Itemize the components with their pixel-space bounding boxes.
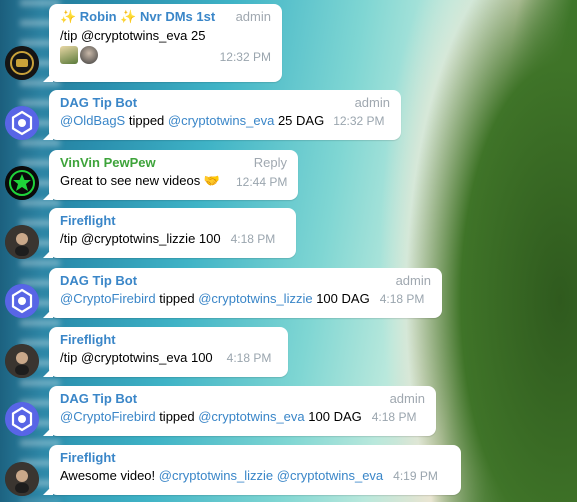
admin-badge: admin (389, 391, 425, 406)
mention-link[interactable]: @OldBagS (60, 113, 125, 128)
gold-crest-icon (5, 46, 39, 80)
avatar[interactable] (5, 462, 39, 496)
sender-name[interactable]: DAG Tip Bot (60, 95, 137, 110)
hexagon-icon (5, 402, 39, 436)
message-bubble[interactable]: ✨ Robin ✨ Nvr DMs 1st admin /tip @crypto… (49, 4, 282, 82)
bottle-icon (60, 46, 78, 64)
hexagon-icon (5, 284, 39, 318)
action-text: tipped (159, 291, 195, 306)
message-bubble[interactable]: DAG Tip Bot admin @CryptoFirebird tipped… (49, 268, 442, 318)
sender-name[interactable]: Fireflight (60, 213, 116, 228)
sender-name[interactable]: DAG Tip Bot (60, 391, 137, 406)
message-bubble[interactable]: Fireflight /tip @cryptotwins_lizzie 100 … (49, 208, 296, 258)
avatar[interactable] (5, 106, 39, 140)
sender-name[interactable]: VinVin PewPew (60, 155, 156, 170)
avatar[interactable] (5, 46, 39, 80)
person-icon (5, 225, 39, 259)
message-bubble[interactable]: DAG Tip Bot admin @CryptoFirebird tipped… (49, 386, 436, 436)
avatar[interactable] (5, 225, 39, 259)
timestamp: 4:18 PM (226, 351, 272, 365)
reply-button[interactable]: Reply (254, 155, 287, 170)
avatar[interactable] (5, 284, 39, 318)
amount-text: 100 DAG (308, 409, 362, 424)
person-icon (5, 462, 39, 496)
message-bubble[interactable]: Fireflight /tip @cryptotwins_eva 100 4:1… (49, 327, 288, 377)
sender-name[interactable]: DAG Tip Bot (60, 273, 137, 288)
action-text: tipped (159, 409, 195, 424)
person-icon (5, 344, 39, 378)
timestamp: 12:32 PM (333, 114, 385, 128)
mention-link[interactable]: @CryptoFirebird (60, 409, 156, 424)
timestamp: 4:19 PM (393, 469, 438, 483)
emoji-row (60, 46, 98, 64)
message-text: /tip @cryptotwins_lizzie 100 (60, 231, 221, 246)
mention-link[interactable]: @CryptoFirebird (60, 291, 156, 306)
sender-name[interactable]: Fireflight (60, 450, 116, 465)
amount-text: 100 DAG (316, 291, 370, 306)
message-bubble[interactable]: VinVin PewPew Reply Great to see new vid… (49, 150, 298, 200)
admin-badge: admin (235, 9, 271, 24)
timestamp: 12:44 PM (236, 175, 288, 189)
admin-badge: admin (395, 273, 431, 288)
green-star-icon (5, 166, 39, 200)
mention-link[interactable]: @cryptotwins_eva (168, 113, 274, 128)
message-text: Great to see new videos 🤝 (60, 173, 220, 188)
admin-badge: admin (354, 95, 390, 110)
message-bubble[interactable]: Fireflight Awesome video! @cryptotwins_l… (49, 445, 461, 495)
message-bubble[interactable]: DAG Tip Bot admin @OldBagS tipped @crypt… (49, 90, 401, 140)
timestamp: 12:32 PM (219, 50, 271, 64)
action-text: tipped (128, 113, 165, 128)
mention-link[interactable]: @cryptotwins_eva (198, 409, 304, 424)
message-text: Awesome video! (60, 468, 156, 483)
hexagon-icon (5, 106, 39, 140)
avatar-icon (80, 46, 98, 64)
mention-link[interactable]: @cryptotwins_lizzie (159, 468, 273, 483)
avatar[interactable] (5, 402, 39, 436)
timestamp: 4:18 PM (371, 410, 417, 424)
sender-name[interactable]: ✨ Robin ✨ Nvr DMs 1st (60, 9, 215, 25)
amount-text: 25 DAG (277, 113, 325, 128)
message-text: /tip @cryptotwins_eva 100 (60, 350, 213, 365)
timestamp: 4:18 PM (230, 232, 276, 246)
avatar[interactable] (5, 344, 39, 378)
sender-name[interactable]: Fireflight (60, 332, 116, 347)
avatar[interactable] (5, 166, 39, 200)
mention-link[interactable]: @cryptotwins_eva (277, 468, 383, 483)
timestamp: 4:18 PM (379, 292, 425, 306)
message-text: /tip @cryptotwins_eva 25 (60, 28, 206, 43)
mention-link[interactable]: @cryptotwins_lizzie (198, 291, 312, 306)
